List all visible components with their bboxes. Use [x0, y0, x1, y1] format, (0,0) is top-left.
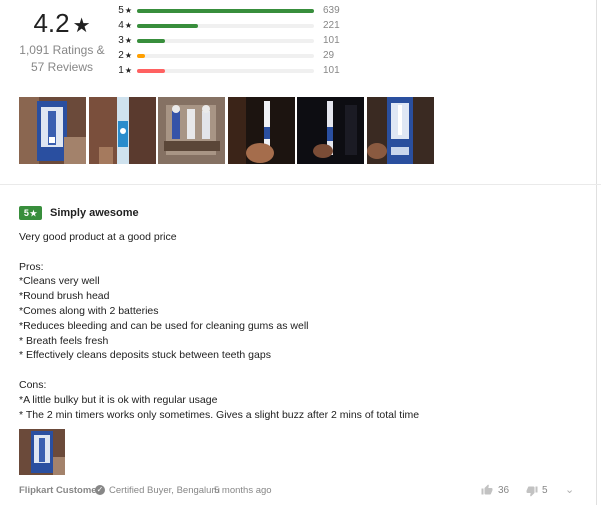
rating-row-count: 221 — [323, 20, 340, 31]
review-line: Pros: — [19, 260, 44, 273]
review-line: * Breath feels fresh — [19, 334, 109, 347]
review-photo-thumb[interactable] — [19, 429, 65, 475]
rating-row-3: 3★ 101 — [108, 34, 358, 48]
review-line: * Effectively cleans deposits stuck betw… — [19, 349, 271, 362]
rating-row-stars: 1 — [118, 65, 124, 76]
chevron-down-icon[interactable]: ⌄ — [565, 483, 574, 496]
rating-row-count: 101 — [323, 65, 340, 76]
section-divider — [0, 184, 601, 185]
customer-photo-thumb[interactable] — [158, 97, 225, 164]
review-line — [19, 363, 579, 378]
rating-bar-track — [137, 69, 314, 73]
rating-bar-fill — [137, 54, 145, 58]
rating-bar-fill — [137, 69, 165, 73]
average-rating: 4.2 ★ 1,091 Ratings & 57 Reviews — [18, 8, 106, 75]
rating-row-count: 639 — [323, 5, 340, 16]
rating-row-stars: 3 — [118, 35, 124, 46]
thumbs-up-icon[interactable] — [481, 484, 493, 499]
star-icon: ★ — [124, 21, 132, 30]
rating-bar-track — [137, 39, 314, 43]
toothbrush-closeup-photo — [89, 97, 156, 164]
customer-photo-thumb[interactable] — [297, 97, 364, 164]
review-body: Very good product at a good price Pros: … — [19, 230, 579, 422]
toothbrush-pack-photo — [19, 429, 65, 475]
certified-buyer-label: Certified Buyer, Bengaluru — [109, 485, 220, 496]
review-line: *Comes along with 2 batteries — [19, 304, 159, 317]
customer-photo-thumb[interactable] — [367, 97, 434, 164]
rating-row-count: 101 — [323, 35, 340, 46]
rating-row-5: 5★ 639 — [108, 4, 358, 18]
review-line: Cons: — [19, 378, 47, 391]
dislike-count: 5 — [542, 485, 548, 496]
rating-row-1: 1★ 101 — [108, 64, 358, 78]
rating-bar-track — [137, 54, 314, 58]
ratings-count: 1,091 Ratings & — [19, 43, 105, 57]
review-line — [19, 245, 579, 260]
rating-row-stars: 2 — [118, 50, 124, 61]
review-footer: Flipkart Customer ✓ Certified Buyer, Ben… — [19, 483, 579, 500]
toothbrush-in-hand-photo — [228, 97, 295, 164]
star-icon: ★ — [124, 66, 132, 75]
review-line: *Reduces bleeding and can be used for cl… — [19, 319, 309, 332]
rating-summary: 4.2 ★ 1,091 Ratings & 57 Reviews 5★ 639 4… — [0, 0, 601, 86]
review-line: * The 2 min timers works only sometimes.… — [19, 408, 420, 421]
rating-bar-track — [137, 24, 314, 28]
rating-row-count: 29 — [323, 50, 335, 61]
review-line: *Round brush head — [19, 290, 110, 303]
star-icon: ★ — [124, 6, 132, 15]
verified-check-icon: ✓ — [95, 485, 105, 495]
star-icon: ★ — [72, 15, 91, 37]
customer-photo-thumb[interactable] — [19, 97, 86, 164]
toothbrush-box-photo — [367, 97, 434, 164]
average-rating-value: 4.2 — [33, 8, 70, 38]
review-line: *Cleans very well — [19, 275, 100, 288]
rating-row-stars: 5 — [118, 5, 124, 16]
rating-row-4: 4★ 221 — [108, 19, 358, 33]
rating-bar-fill — [137, 24, 199, 28]
star-icon: ★ — [124, 36, 132, 45]
reviewer-name: Flipkart Customer — [19, 485, 101, 496]
customer-photo-thumb[interactable] — [228, 97, 295, 164]
rating-bar-track — [137, 9, 314, 13]
brush-heads-photo — [158, 97, 225, 164]
star-icon: ★ — [29, 209, 38, 218]
rating-row-stars: 4 — [118, 20, 124, 31]
rating-bar-fill — [137, 9, 314, 13]
toothbrush-lit-photo — [297, 97, 364, 164]
review-line: Very good product at a good price — [19, 231, 177, 243]
customer-photo-thumb[interactable] — [89, 97, 156, 164]
rating-bar-fill — [137, 39, 165, 43]
review-time: 5 months ago — [214, 485, 272, 496]
reviews-count: 57 Reviews — [30, 60, 94, 74]
star-icon: ★ — [124, 51, 132, 60]
review-rating-badge: 5★ — [19, 206, 42, 220]
like-count: 36 — [498, 485, 510, 496]
review-line: *A little bulky but it is ok with regula… — [19, 393, 218, 406]
review-title: Simply awesome — [50, 207, 139, 219]
rating-row-2: 2★ 29 — [108, 49, 358, 63]
thumbs-down-icon[interactable] — [526, 485, 538, 500]
toothbrush-pack-photo — [19, 97, 86, 164]
